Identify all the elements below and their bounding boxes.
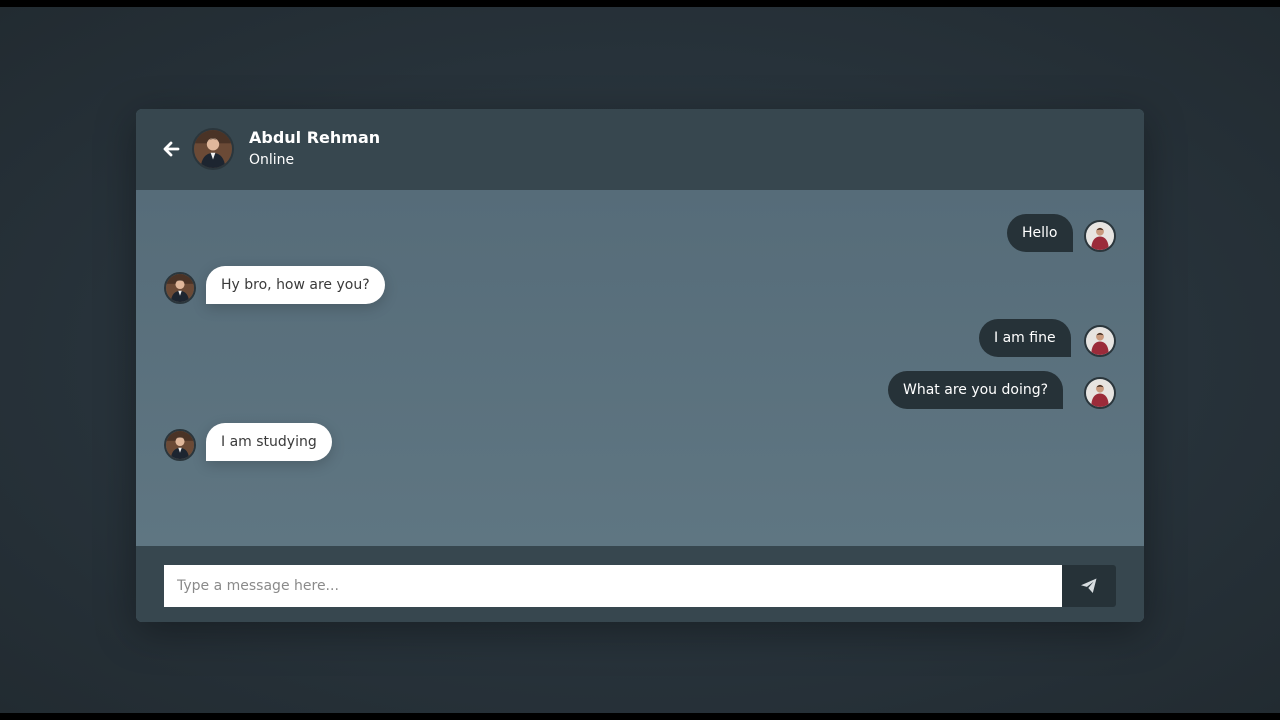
contact-status: Online [249,152,295,168]
my-avatar [1084,220,1116,252]
message-input[interactable] [164,565,1062,607]
back-button[interactable] [160,138,182,160]
my-avatar [1084,325,1116,357]
contact-avatar[interactable] [192,128,234,170]
chat-window: Abdul Rehman Online Hello Hy bro, how ar… [136,109,1144,622]
message-bubble-sent: I am fine [979,319,1071,357]
contact-message-avatar [164,272,196,304]
arrow-left-icon [163,141,180,157]
contact-message-avatar [164,429,196,461]
message-composer [136,546,1144,622]
message-bubble-received: I am studying [206,423,332,461]
message-bubble-received: Hy bro, how are you? [206,266,385,304]
message-bubble-sent: Hello [1007,214,1073,252]
message-bubble-sent: What are you doing? [888,371,1064,409]
page-background: Abdul Rehman Online Hello Hy bro, how ar… [0,7,1280,713]
chat-header: Abdul Rehman Online [136,109,1144,190]
my-avatar [1084,377,1116,409]
contact-name: Abdul Rehman [249,128,381,147]
message-list: Hello Hy bro, how are you? I am fine Wha… [136,190,1144,546]
send-button[interactable] [1062,565,1116,607]
paper-plane-icon [1081,578,1097,593]
